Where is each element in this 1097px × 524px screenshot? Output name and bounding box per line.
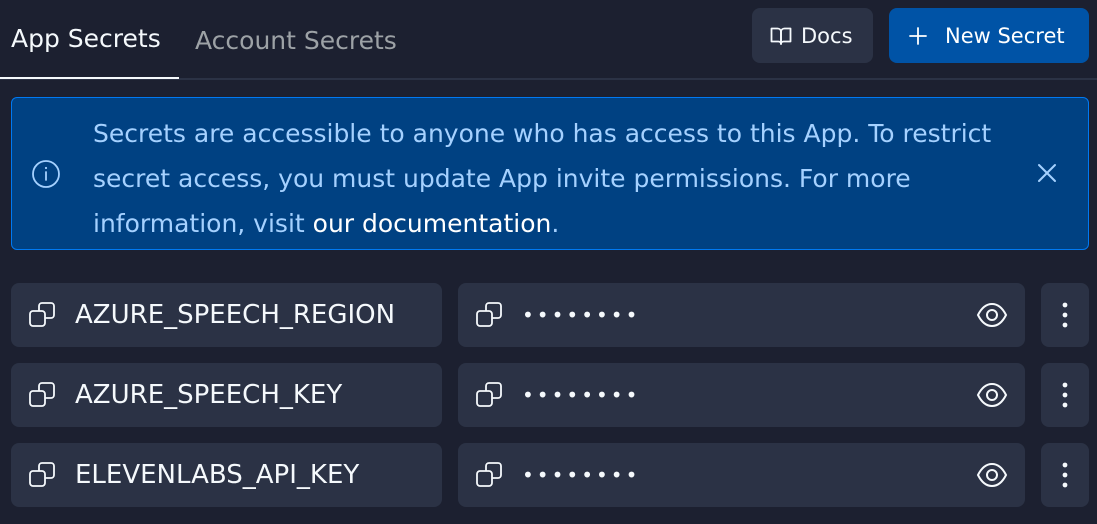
eye-icon[interactable] <box>976 301 1008 329</box>
tab-account-secrets[interactable]: Account Secrets <box>195 0 397 80</box>
info-icon <box>31 159 61 189</box>
secret-value-field[interactable]: •••••••• <box>458 283 1025 347</box>
copy-icon[interactable] <box>28 300 58 330</box>
tab-app-secrets-label: App Secrets <box>11 24 161 53</box>
new-secret-button-label: New Secret <box>945 23 1065 48</box>
secret-key-field[interactable]: AZURE_SPEECH_REGION <box>11 283 442 347</box>
secret-row: ELEVENLABS_API_KEY •••••••• <box>0 443 1097 507</box>
secret-value-field[interactable]: •••••••• <box>458 443 1025 507</box>
copy-icon[interactable] <box>475 460 505 490</box>
docs-button-label: Docs <box>801 23 853 48</box>
plus-icon <box>908 26 945 46</box>
tab-app-secrets[interactable]: App Secrets <box>0 0 179 79</box>
secret-key-field[interactable]: AZURE_SPEECH_KEY <box>11 363 442 427</box>
secret-key-text: AZURE_SPEECH_KEY <box>75 380 343 410</box>
tab-bar: App Secrets Account Secrets Docs New Sec… <box>0 0 1097 80</box>
copy-icon[interactable] <box>475 300 505 330</box>
tab-account-secrets-label: Account Secrets <box>195 25 397 55</box>
banner-trailing: . <box>551 209 560 238</box>
more-vertical-icon[interactable] <box>1041 283 1089 347</box>
secret-value-masked: •••••••• <box>522 463 641 487</box>
copy-icon[interactable] <box>28 380 58 410</box>
secret-value-masked: •••••••• <box>522 303 641 327</box>
more-vertical-icon[interactable] <box>1041 443 1089 507</box>
docs-button[interactable]: Docs <box>752 8 873 63</box>
info-banner: Secrets are accessible to anyone who has… <box>11 97 1089 250</box>
eye-icon[interactable] <box>976 461 1008 489</box>
secret-row: AZURE_SPEECH_KEY •••••••• <box>0 363 1097 427</box>
documentation-link[interactable]: our documentation <box>313 209 552 238</box>
secret-value-masked: •••••••• <box>522 383 641 407</box>
secret-row: AZURE_SPEECH_REGION •••••••• <box>0 283 1097 347</box>
secret-key-text: ELEVENLABS_API_KEY <box>75 460 360 490</box>
eye-icon[interactable] <box>976 381 1008 409</box>
copy-icon[interactable] <box>475 380 505 410</box>
copy-icon[interactable] <box>28 460 58 490</box>
close-icon[interactable] <box>1034 160 1060 186</box>
banner-message: Secrets are accessible to anyone who has… <box>93 111 993 246</box>
secret-value-field[interactable]: •••••••• <box>458 363 1025 427</box>
more-vertical-icon[interactable] <box>1041 363 1089 427</box>
secret-key-field[interactable]: ELEVENLABS_API_KEY <box>11 443 442 507</box>
book-icon <box>770 26 801 46</box>
new-secret-button[interactable]: New Secret <box>889 8 1089 63</box>
secret-key-text: AZURE_SPEECH_REGION <box>75 300 396 330</box>
